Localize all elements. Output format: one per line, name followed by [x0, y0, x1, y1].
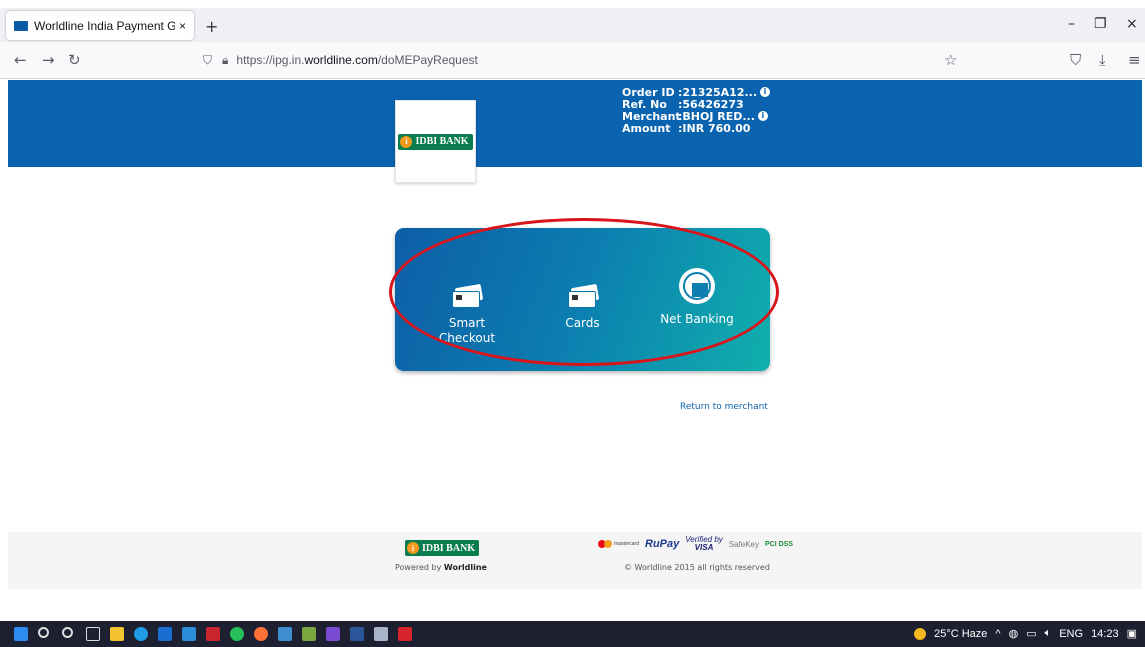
cortana-icon[interactable] — [62, 627, 73, 638]
tab-title: Worldline India Payment Gatew — [34, 18, 175, 33]
tab-close-icon[interactable]: × — [179, 19, 186, 33]
minimize-icon[interactable]: – — [1068, 16, 1075, 32]
copyright-text: © Worldline 2015 all rights reserved — [624, 563, 770, 572]
firefox-icon[interactable] — [254, 627, 268, 641]
pocket-icon[interactable]: ⛉ — [1070, 51, 1081, 69]
amount-value: :INR 760.00 — [678, 122, 751, 135]
volume-icon[interactable]: 🔈︎ — [1045, 627, 1052, 640]
windows-start-icon[interactable] — [14, 627, 28, 641]
mastercard-logo: mastercard — [598, 540, 639, 548]
rupay-logo: RuPay — [645, 538, 680, 550]
visual-studio-icon[interactable] — [326, 627, 340, 641]
language-indicator[interactable]: ENG — [1059, 628, 1083, 640]
store-icon[interactable] — [158, 627, 172, 641]
url-path: /doMEPayRequest — [377, 53, 478, 67]
payment-gateway-header — [8, 80, 1142, 167]
notification-icon[interactable]: ▣ — [1127, 627, 1137, 640]
url-prefix: https://ipg.in. — [236, 53, 305, 67]
whatsapp-icon[interactable] — [230, 627, 244, 641]
forward-icon[interactable]: → — [42, 51, 55, 69]
windows-taskbar: 25°C Haze ^ ◍ ▭ 🔈︎ ENG 14:23 ▣ — [0, 621, 1145, 647]
payment-gateway-footer — [8, 532, 1142, 589]
amount-label: Amount — [622, 122, 671, 135]
browser-tab-bar: Worldline India Payment Gatew × + – ❐ × — [0, 8, 1145, 42]
back-icon[interactable]: ← — [14, 51, 27, 69]
bank-logo-box: i IDBI BANK — [395, 100, 476, 183]
network-icon[interactable]: ◍ — [1009, 627, 1019, 640]
weather-icon — [914, 627, 927, 640]
search-icon[interactable] — [38, 627, 49, 638]
restore-icon[interactable]: ❐ — [1094, 16, 1107, 32]
mail-icon[interactable] — [182, 627, 196, 641]
new-tab-icon[interactable]: + — [205, 17, 218, 36]
order-info: Order ID:21325A12... i Ref. No:56426273 M… — [622, 87, 771, 135]
info-icon[interactable]: i — [757, 111, 768, 121]
idbi-mark-icon: i — [407, 542, 419, 554]
task-view-icon[interactable] — [86, 627, 100, 641]
browser-nav-bar: ← → ↻ ⛉ 🔒︎ https://ipg.in. worldline.com /… — [0, 42, 1145, 79]
info-icon[interactable]: i — [760, 87, 771, 97]
system-tray: 25°C Haze ^ ◍ ▭ 🔈︎ ENG 14:23 ▣ — [914, 627, 1137, 640]
download-icon[interactable]: ⤓ — [1099, 51, 1106, 69]
app-icon[interactable] — [302, 627, 316, 641]
idbi-bank-logo: i IDBI BANK — [398, 133, 473, 150]
worldline-favicon-icon — [14, 20, 28, 31]
app-icon[interactable] — [374, 627, 388, 641]
return-to-merchant-link[interactable]: Return to merchant — [680, 402, 768, 412]
edge-icon[interactable] — [134, 627, 148, 641]
card-brand-logos: mastercard RuPay Verified by VISA SafeKey… — [598, 536, 793, 552]
browser-tab[interactable]: Worldline India Payment Gatew × — [6, 11, 194, 40]
clock[interactable]: 14:23 — [1091, 628, 1119, 640]
battery-icon[interactable]: ▭ — [1026, 627, 1036, 640]
url-host: worldline.com — [304, 53, 378, 67]
weather-text[interactable]: 25°C Haze — [934, 628, 987, 640]
bookmark-star-icon[interactable]: ☆ — [944, 51, 957, 69]
powered-brand: Worldline — [443, 563, 487, 572]
tray-chevron-icon[interactable]: ^ — [995, 628, 1000, 640]
idbi-mark-icon: i — [400, 135, 413, 148]
annotation-red-oval — [389, 218, 779, 366]
app-icon[interactable] — [278, 627, 292, 641]
window-close-icon[interactable]: × — [1126, 16, 1138, 32]
safekey-logo: SafeKey — [728, 539, 760, 549]
reload-icon[interactable]: ↻ — [68, 51, 81, 69]
filezilla-icon[interactable] — [206, 627, 220, 641]
word-icon[interactable] — [350, 627, 364, 641]
verified-by-visa-logo: Verified by VISA — [685, 535, 723, 552]
tracking-shield-icon[interactable]: ⛉ — [203, 53, 212, 68]
acrobat-icon[interactable] — [398, 627, 412, 641]
idbi-bank-logo: i IDBI BANK — [405, 540, 480, 556]
menu-icon[interactable]: ≡ — [1128, 51, 1141, 69]
lock-icon[interactable]: 🔒︎ — [222, 53, 228, 68]
file-explorer-icon[interactable] — [110, 627, 124, 641]
footer-bank-logo: i IDBI BANK — [405, 540, 480, 556]
powered-by-text: Powered by Worldline — [395, 563, 487, 572]
pci-dss-logo: PCI DSS — [765, 540, 794, 548]
address-bar[interactable]: ⛉ 🔒︎ https://ipg.in. worldline.com/doMEPa… — [195, 47, 968, 73]
